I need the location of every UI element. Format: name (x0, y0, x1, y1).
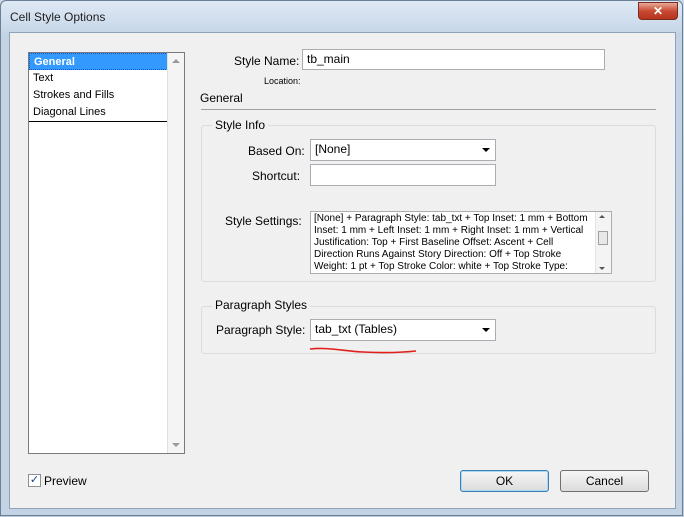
paragraph-style-dropdown[interactable]: tab_txt (Tables) (310, 319, 496, 341)
shortcut-input[interactable] (310, 164, 496, 186)
style-settings-scrollbar[interactable] (595, 212, 611, 273)
category-item-strokes-and-fills[interactable]: Strokes and Fills (29, 87, 168, 104)
scroll-down-arrow-icon[interactable] (172, 443, 180, 447)
scroll-up-arrow-icon[interactable] (172, 59, 180, 63)
style-settings-text: [None] + Paragraph Style: tab_txt + Top … (314, 213, 588, 272)
settings-scroll-down-icon[interactable] (599, 267, 605, 270)
location-label: Location: (264, 76, 301, 86)
list-separator (29, 121, 168, 122)
preview-checkbox[interactable]: ✓ (28, 474, 41, 487)
style-name-input[interactable]: tb_main (302, 49, 605, 70)
close-button[interactable]: ✕ (638, 2, 678, 20)
cancel-button[interactable]: Cancel (560, 470, 649, 492)
style-settings-box[interactable]: [None] + Paragraph Style: tab_txt + Top … (310, 211, 612, 274)
category-item-diagonal-lines[interactable]: Diagonal Lines (29, 104, 168, 121)
settings-scroll-thumb[interactable] (598, 231, 608, 245)
style-settings-label: Style Settings: (225, 214, 302, 228)
paragraph-style-value: tab_txt (Tables) (315, 322, 398, 336)
section-title: General (200, 91, 243, 105)
title-bar[interactable]: Cell Style Options ✕ (1, 1, 682, 33)
style-info-title: Style Info (212, 118, 269, 132)
based-on-label: Based On: (248, 144, 305, 158)
red-underline-annotation (309, 347, 417, 354)
category-list-scrollbar[interactable] (167, 53, 184, 453)
category-list[interactable]: General Text Strokes and Fills Diagonal … (28, 52, 185, 454)
paragraph-styles-title: Paragraph Styles (212, 298, 311, 312)
section-divider (201, 109, 656, 110)
based-on-dropdown[interactable]: [None] (310, 139, 496, 161)
dialog-title: Cell Style Options (10, 10, 106, 24)
preview-label[interactable]: Preview (44, 474, 87, 488)
shortcut-label: Shortcut: (252, 169, 301, 183)
dialog-client-area: General Text Strokes and Fills Diagonal … (9, 32, 676, 509)
dropdown-arrow-icon (482, 148, 490, 152)
dialog-window: Cell Style Options ✕ General Text Stroke… (0, 0, 683, 516)
based-on-value: [None] (315, 142, 351, 156)
paragraph-style-label: Paragraph Style: (216, 323, 306, 337)
settings-scroll-up-icon[interactable] (599, 215, 605, 218)
style-name-label: Style Name: (234, 54, 300, 68)
dropdown-arrow-icon (482, 328, 490, 332)
ok-button[interactable]: OK (460, 470, 549, 492)
category-item-general[interactable]: General (29, 53, 168, 70)
category-item-text[interactable]: Text (29, 70, 168, 87)
